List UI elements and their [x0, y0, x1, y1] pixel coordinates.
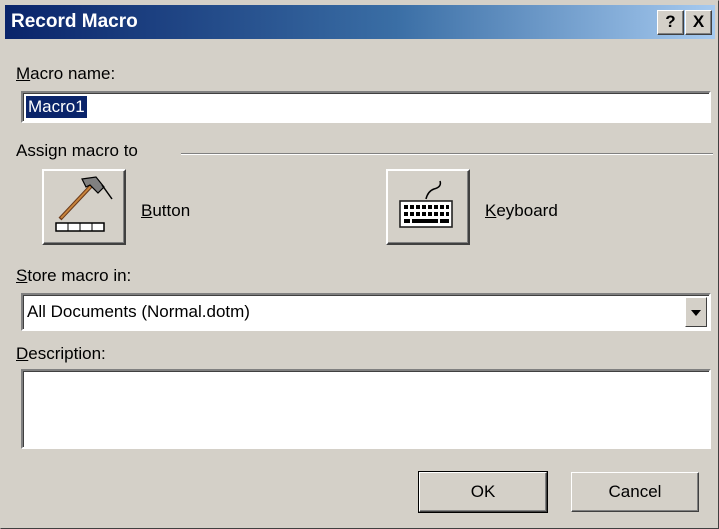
dropdown-arrow-button[interactable]	[685, 297, 707, 327]
macro-name-value: Macro1	[26, 96, 87, 118]
button-option-label: Button	[141, 201, 191, 220]
store-macro-select[interactable]: All Documents (Normal.dotm)	[21, 293, 711, 331]
dialog-title: Record Macro	[11, 11, 138, 32]
help-button[interactable]: ?	[657, 10, 684, 35]
ok-button[interactable]: OK	[418, 471, 548, 513]
group-divider	[181, 153, 713, 155]
macro-name-input[interactable]: Macro1	[21, 91, 711, 123]
keyboard-option-label: Keyboard	[485, 201, 558, 220]
assign-macro-label: Assign macro to	[16, 141, 138, 160]
description-textarea[interactable]	[21, 369, 711, 449]
keyboard-icon	[399, 180, 453, 228]
cancel-button[interactable]: Cancel	[571, 472, 699, 512]
record-macro-dialog: Record Macro ? X Macro name: Macro1 Assi…	[0, 0, 719, 529]
store-macro-value: All Documents (Normal.dotm)	[27, 302, 250, 321]
store-macro-label: Store macro in:	[16, 266, 132, 285]
description-label: Description:	[16, 344, 106, 363]
hammer-toolbar-icon	[55, 176, 113, 232]
title-bar[interactable]: Record Macro ? X	[5, 5, 715, 39]
assign-keyboard-button[interactable]	[386, 169, 470, 245]
assign-button-button[interactable]	[42, 169, 126, 245]
chevron-down-icon	[691, 310, 701, 316]
close-button[interactable]: X	[685, 10, 712, 35]
macro-name-label: Macro name:	[16, 64, 116, 83]
